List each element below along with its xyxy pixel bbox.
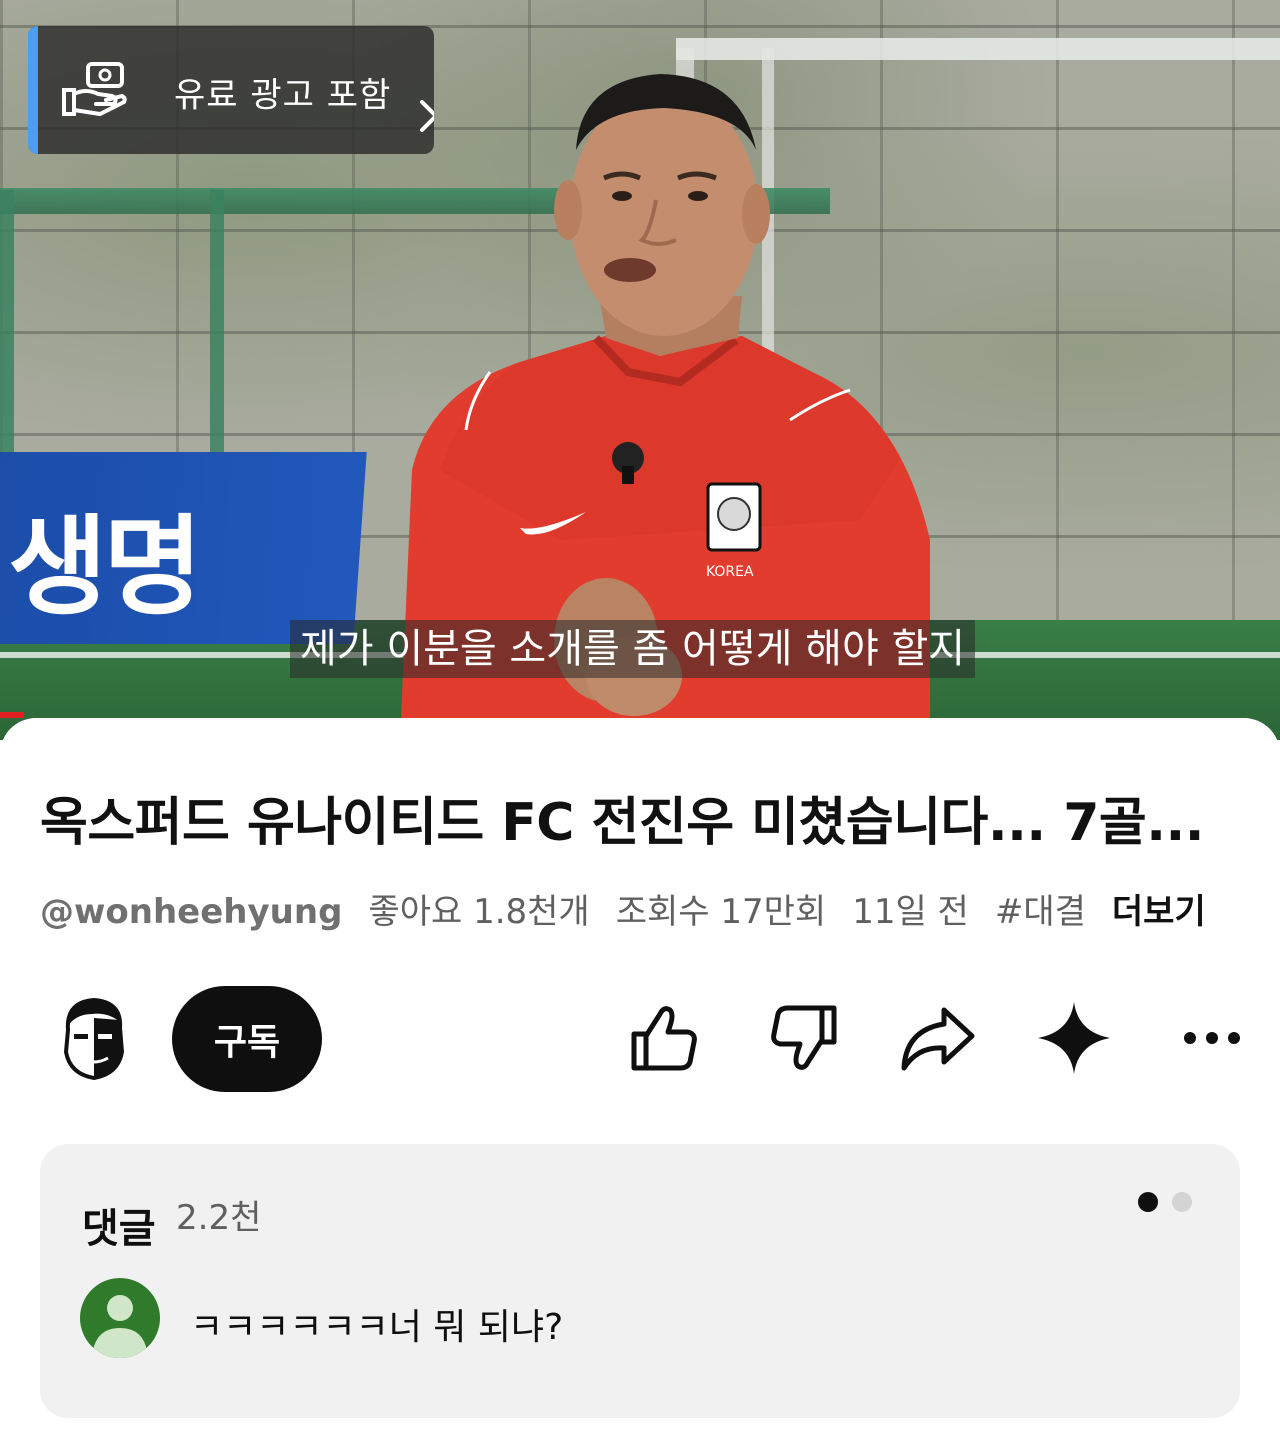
channel-handle[interactable]: @wonheehyung <box>40 892 342 932</box>
top-comment-text: ㅋㅋㅋㅋㅋㅋ너 뭐 되냐? <box>190 1307 564 1348</box>
upload-age: 11일 전 <box>852 892 969 932</box>
paid-promotion-icon <box>62 62 127 117</box>
chip-accent-bar <box>28 26 38 154</box>
svg-text:KOREA: KOREA <box>706 564 754 580</box>
dislike-button[interactable] <box>764 996 844 1080</box>
pager-dot <box>1172 1192 1192 1212</box>
video-progress-bar[interactable] <box>0 712 24 718</box>
like-icon <box>631 1006 697 1071</box>
default-user-icon <box>92 1295 148 1358</box>
share-button[interactable] <box>898 996 978 1080</box>
comments-title: 댓글 <box>82 1206 156 1252</box>
paid-promotion-label: 유료 광고 포함 <box>174 75 392 116</box>
video-caption: 제가 이분을 소개를 좀 어떻게 해야 할지 <box>290 620 976 678</box>
video-title[interactable]: 옥스퍼드 유나이티드 FC 전진우 미쳤습니다... 7골... <box>40 780 1240 855</box>
video-player[interactable]: 생명 KOREA 유료 광고 포함 제가 이분을 소개를 좀 어떻게 해야 할지 <box>0 0 1280 740</box>
like-count: 좋아요 1.8천개 <box>368 892 590 932</box>
comments-card[interactable]: 댓글 2.2천 ㅋㅋㅋㅋㅋㅋ너 뭐 되냐? <box>40 1144 1240 1418</box>
hashtag-link[interactable]: #대결 <box>995 884 1086 933</box>
like-button[interactable] <box>624 996 704 1080</box>
comments-count: 2.2천 <box>176 1198 262 1238</box>
ask-sparkle-icon <box>1038 1002 1110 1074</box>
commenter-avatar[interactable] <box>80 1278 160 1358</box>
more-icon <box>1184 1032 1240 1044</box>
channel-avatar[interactable] <box>58 996 130 1080</box>
chevron-right-icon <box>420 100 434 132</box>
more-actions-button[interactable] <box>1172 996 1252 1080</box>
paid-promotion-chip[interactable]: 유료 광고 포함 <box>28 26 434 154</box>
view-count: 조회수 17만회 <box>615 892 827 932</box>
pager-dot-active <box>1138 1192 1158 1212</box>
video-metadata-row[interactable]: @wonheehyung 좋아요 1.8천개 조회수 17만회 11일 전 #대… <box>40 884 1240 933</box>
subscribe-button[interactable]: 구독 <box>172 986 322 1092</box>
more-button[interactable]: 더보기 <box>1112 884 1206 933</box>
share-icon <box>901 1007 975 1071</box>
dislike-icon <box>771 1005 837 1070</box>
ask-button[interactable] <box>1034 996 1114 1080</box>
